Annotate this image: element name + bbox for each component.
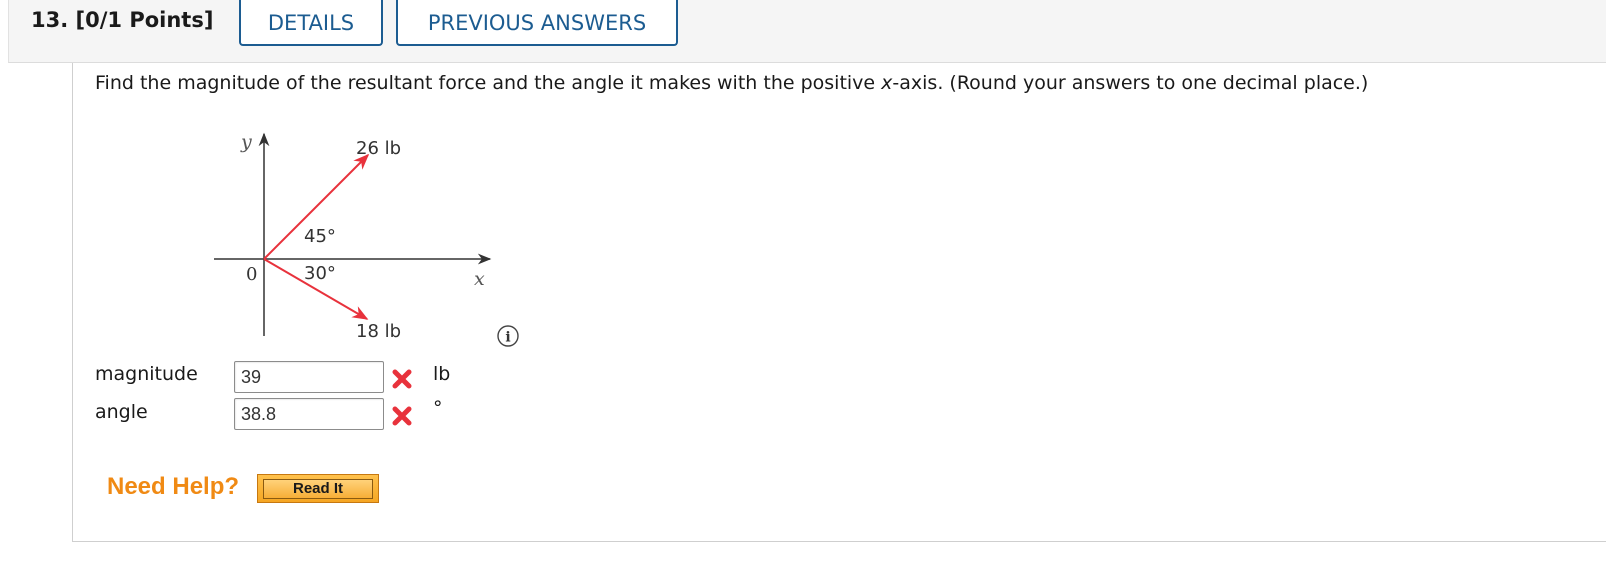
incorrect-icon [392, 406, 412, 426]
angle-unit: ° [433, 397, 443, 419]
y-axis-label: y [240, 131, 252, 153]
question-header: 13. [0/1 Points] DETAILS PREVIOUS ANSWER… [8, 0, 1606, 63]
incorrect-icon [392, 369, 412, 389]
previous-answers-button[interactable]: PREVIOUS ANSWERS [396, 0, 678, 46]
x-axis-label: x [474, 268, 485, 290]
magnitude-unit: lb [433, 363, 451, 385]
origin-label: 0 [246, 264, 257, 285]
points-label: [0/1 Points] [75, 8, 214, 32]
magnitude-input[interactable] [234, 361, 384, 393]
read-it-button[interactable]: Read It [257, 474, 379, 503]
angle-label: angle [95, 401, 148, 423]
magnitude-label: magnitude [95, 363, 198, 385]
angle-down-label: 30° [304, 263, 336, 284]
info-icon[interactable]: i [496, 324, 520, 348]
force-up-label: 26 lb [356, 138, 401, 159]
need-help-label: Need Help? [107, 473, 240, 500]
svg-text:i: i [505, 330, 510, 346]
question-text: Find the magnitude of the resultant forc… [95, 72, 1369, 94]
angle-up-label: 45° [304, 226, 336, 247]
force-diagram: y x 0 26 lb 18 lb 45° 30° [214, 131, 492, 342]
force-down-label: 18 lb [356, 321, 401, 342]
angle-input[interactable] [234, 398, 384, 430]
question-number: 13. [0/1 Points] [31, 8, 214, 32]
details-button[interactable]: DETAILS [239, 0, 383, 46]
